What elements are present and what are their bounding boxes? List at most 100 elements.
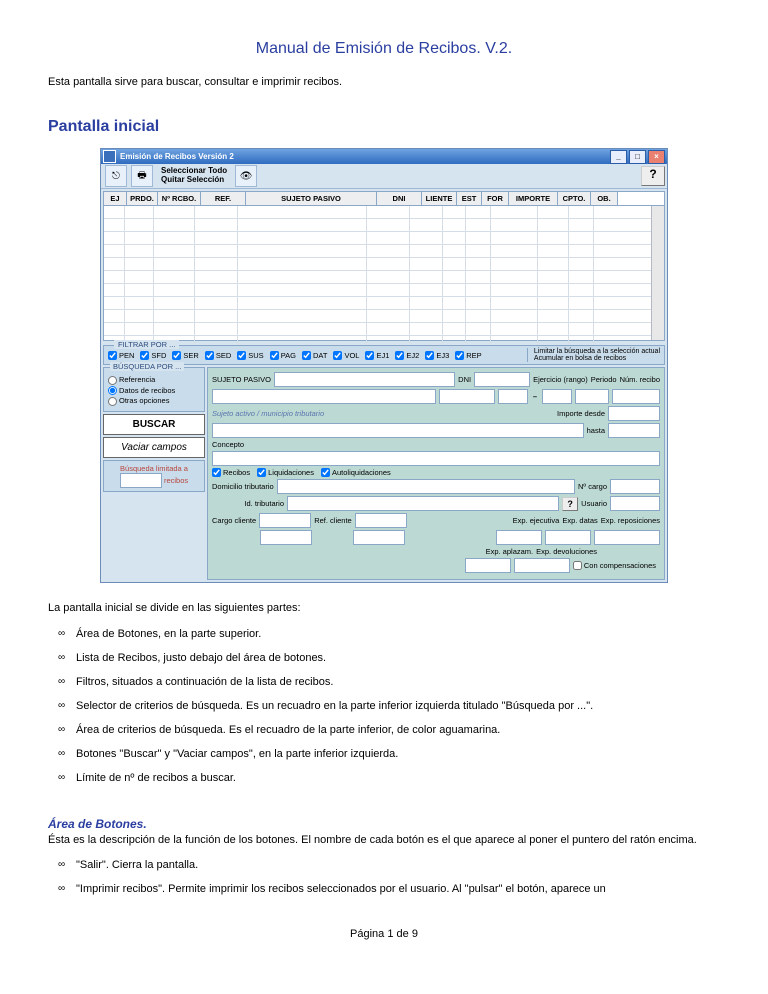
input-domicilio[interactable] [277,479,575,494]
lbl-expdat: Exp. datas [562,516,597,525]
vaciar-button[interactable]: Vaciar campos [103,437,205,458]
maximize-button[interactable]: □ [629,150,646,164]
lbl-refcli: Ref. cliente [314,516,352,525]
filter-ej2[interactable]: EJ2 [395,351,419,360]
input-ncargo[interactable] [610,479,660,494]
print-button[interactable]: 🖶 [131,165,153,187]
grid-header-cell: IMPORTE [509,192,558,205]
input-periodo[interactable] [575,389,609,404]
parts-list: Área de Botones, en la parte superior.Li… [48,627,720,787]
input-num-recibo[interactable] [612,389,660,404]
list-item: Límite de nº de recibos a buscar. [76,771,720,787]
lbl-num-recibo: Núm. recibo [620,375,660,384]
buscar-button[interactable]: BUSCAR [103,414,205,435]
list-item: "Salir". Cierra la pantalla. [76,858,720,874]
lbl-sujeto-pasivo: SUJETO PASIVO [212,375,271,384]
lbl-idtrib: Id. tributario [212,499,284,508]
unselect-label[interactable]: Quitar Selección [161,176,227,185]
limit-label: Búsqueda limitada a [107,464,201,473]
input-sujeto-pasivo-2[interactable] [212,389,436,404]
filter-sus[interactable]: SUS [237,351,263,360]
input-idtrib[interactable] [287,496,559,511]
search-area: BÚSQUEDA POR ... Referencia Datos de rec… [103,367,665,580]
input-dni-2[interactable] [439,389,495,404]
exit-button[interactable]: ⎋ [105,165,127,187]
filter-box: FILTRAR POR ... PENSFDSERSEDSUSPAGDATVOL… [103,345,665,365]
input-refcli[interactable] [355,513,407,528]
input-cargocli-2[interactable] [260,530,312,545]
chk-recibos[interactable]: Recibos [212,468,250,477]
filter-ej3[interactable]: EJ3 [425,351,449,360]
input-usuario[interactable] [610,496,660,511]
list-item: Selector de criterios de búsqueda. Es un… [76,699,720,715]
filter-ser[interactable]: SER [172,351,198,360]
input-expdat[interactable] [545,530,591,545]
vertical-scrollbar[interactable] [651,206,664,340]
input-expej[interactable] [496,530,542,545]
lbl-domicilio: Domicilio tributario [212,482,274,491]
input-exprep[interactable] [594,530,660,545]
table-row [104,271,651,284]
minimize-button[interactable]: _ [610,150,627,164]
lbl-sujeto-activo: Sujeto activo / municipio tributario [212,409,324,418]
input-sujeto-pasivo[interactable] [274,372,455,387]
input-dni[interactable] [474,372,530,387]
radio-datos[interactable]: Datos de recibos [108,386,200,396]
radio-otras[interactable]: Otras opciones [108,396,200,406]
list-item: Filtros, situados a continuación de la l… [76,675,720,691]
search-by-title: BÚSQUEDA POR ... [110,362,184,371]
lbl-importe-desde: Importe desde [557,409,605,418]
close-button[interactable]: × [648,150,665,164]
heading-inicial: Pantalla inicial [48,118,720,136]
filter-sfd[interactable]: SFD [140,351,166,360]
table-row [104,258,651,271]
list-item: Botones "Buscar" y "Vaciar campos", en l… [76,747,720,763]
limit-input[interactable] [120,473,162,488]
dash-sep: – [533,392,537,401]
input-ej-from[interactable] [498,389,528,404]
grid-header-row: EJPRDO.Nº RCBO.REF.SUJETO PASIVODNILIENT… [103,191,665,206]
filter-sed[interactable]: SED [205,351,231,360]
lbl-dni: DNI [458,375,471,384]
input-refcli-2[interactable] [353,530,405,545]
lbl-concepto: Concepto [212,440,244,449]
table-row [104,323,651,336]
grid-header-cell: FOR [482,192,509,205]
filter-pen[interactable]: PEN [108,351,134,360]
grid-header-cell: EJ [104,192,127,205]
help-button[interactable]: ? [641,166,665,186]
input-ej-to[interactable] [542,389,572,404]
input-expdev[interactable] [514,558,570,573]
input-sujeto-activo[interactable] [212,423,584,438]
input-expapl[interactable] [465,558,511,573]
radio-referencia[interactable]: Referencia [108,375,200,385]
chk-autoliquidaciones[interactable]: Autoliquidaciones [321,468,391,477]
filter-checks-row: PENSFDSERSEDSUSPAGDATVOLEJ1EJ2EJ3REPLimi… [108,348,660,362]
filter-pag[interactable]: PAG [270,351,296,360]
idtrib-lookup-button[interactable]: ? [562,497,578,511]
input-concepto[interactable] [212,451,660,466]
filter-vol[interactable]: VOL [333,351,359,360]
toolbar: ⎋ 🖶 Seleccionar Todo Quitar Selección 👁 … [101,164,667,189]
lbl-ejercicio: Ejercicio (rango) [533,375,588,384]
lbl-expapl: Exp. aplazam. [486,547,534,556]
chk-liquidaciones[interactable]: Liquidaciones [257,468,314,477]
input-cargocli[interactable] [259,513,311,528]
grid-header-cell: CPTO. [558,192,591,205]
lbl-cargocli: Cargo cliente [212,516,256,525]
limit-suffix: recibos [164,476,188,485]
table-row [104,219,651,232]
page-footer: Página 1 de 9 [48,928,720,940]
after-image-text: La pantalla inicial se divide en las sig… [48,601,720,617]
eye-button[interactable]: 👁 [235,165,257,187]
input-importe-hasta[interactable] [608,423,660,438]
chk-concomp[interactable]: Con compensaciones [573,561,656,570]
filter-ej1[interactable]: EJ1 [365,351,389,360]
filter-rep[interactable]: REP [455,351,481,360]
table-row [104,245,651,258]
titlebar: Emisión de Recibos Versión 2 _ □ × [101,149,667,164]
lbl-expdev: Exp. devoluciones [536,547,597,556]
filter-dat[interactable]: DAT [302,351,327,360]
botones-intro: Ésta es la descripción de la función de … [48,833,720,849]
input-importe-desde[interactable] [608,406,660,421]
